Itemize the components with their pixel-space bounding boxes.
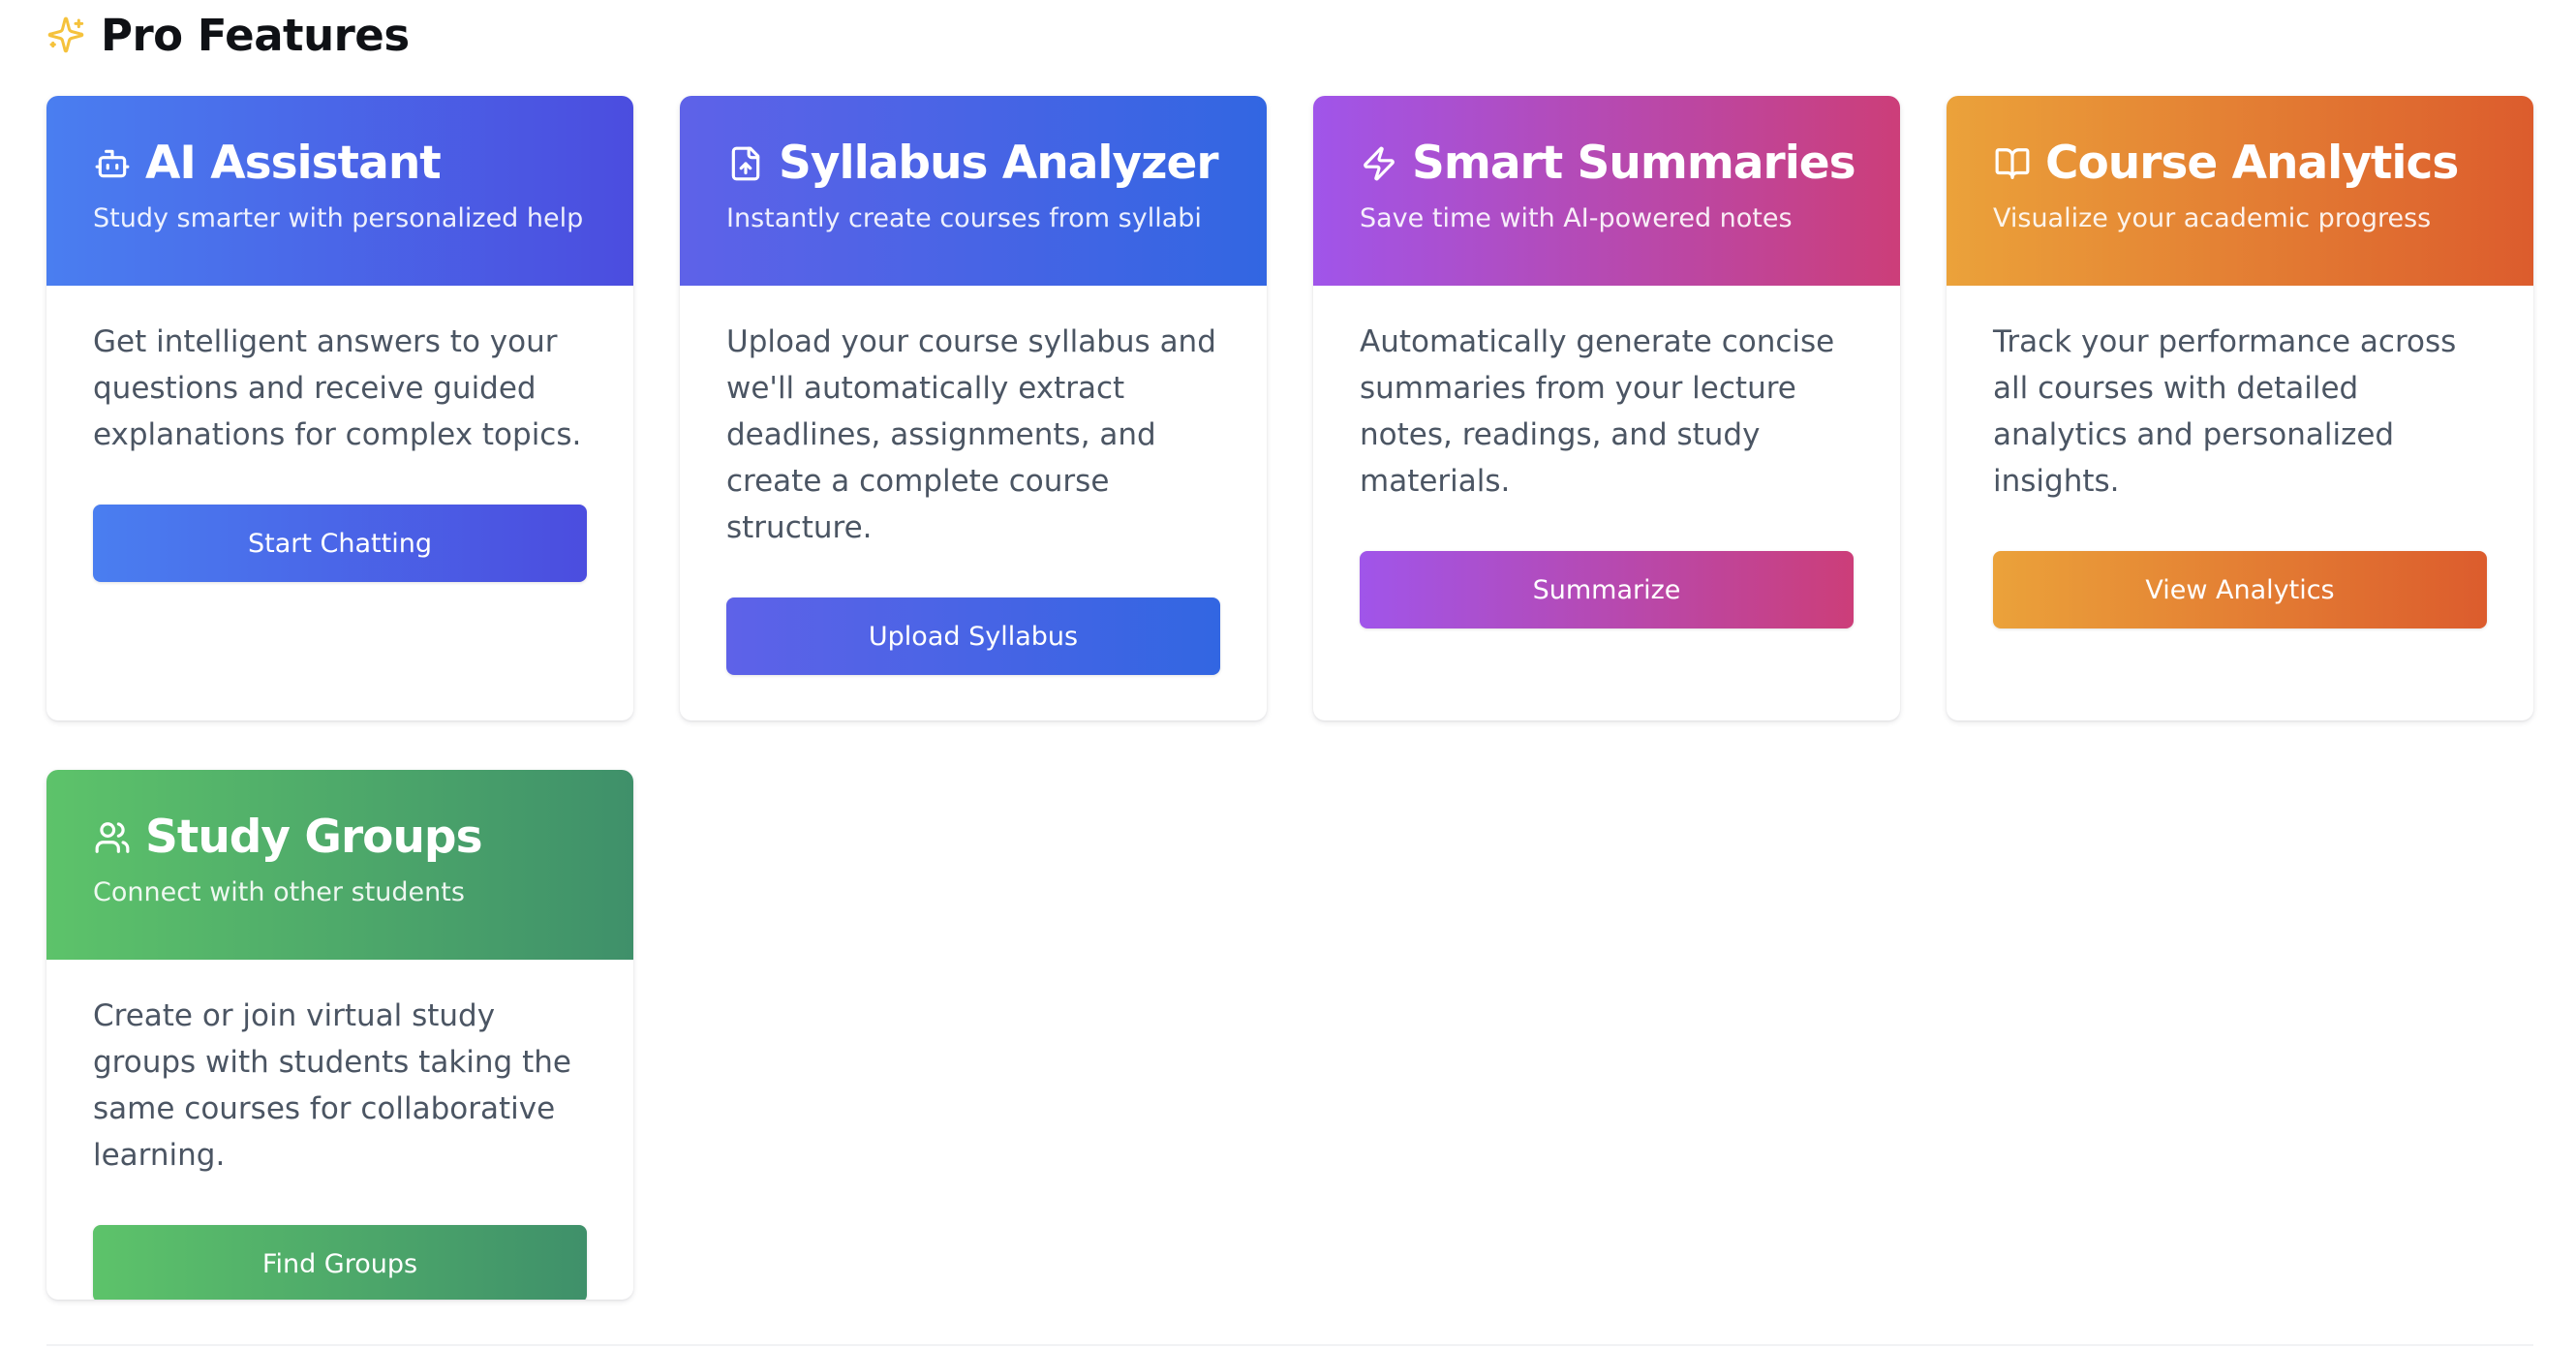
card-description: Create or join virtual study groups with…	[93, 998, 571, 1173]
card-subtitle: Connect with other students	[93, 877, 465, 907]
card-title: Smart Summaries	[1412, 137, 1856, 190]
section-divider	[46, 1344, 2533, 1346]
sparkle-icon	[46, 15, 85, 54]
file-upload-icon	[726, 144, 765, 183]
feature-card-smart-summaries: Smart Summaries Save time with AI-powere…	[1313, 96, 1900, 720]
card-description: Get intelligent answers to your question…	[93, 324, 582, 452]
card-subtitle: Instantly create courses from syllabi	[726, 203, 1202, 233]
card-subtitle: Save time with AI-powered notes	[1360, 203, 1793, 233]
feature-card-course-analytics: Course Analytics Visualize your academic…	[1947, 96, 2533, 720]
card-description: Upload your course syllabus and we'll au…	[726, 324, 1216, 545]
card-header: Smart Summaries Save time with AI-powere…	[1313, 96, 1900, 286]
card-title: Study Groups	[145, 811, 483, 864]
card-header: Course Analytics Visualize your academic…	[1947, 96, 2533, 286]
card-subtitle: Study smarter with personalized help	[93, 203, 584, 233]
pro-features-page: Pro Features AI Assistant Study smarter …	[0, 0, 2576, 1348]
card-header: Study Groups Connect with other students	[46, 770, 633, 960]
feature-card-ai-assistant: AI Assistant Study smarter with personal…	[46, 96, 633, 720]
card-subtitle: Visualize your academic progress	[1993, 203, 2432, 233]
feature-card-syllabus-analyzer: Syllabus Analyzer Instantly create cours…	[680, 96, 1267, 720]
lightning-icon	[1360, 144, 1398, 183]
section-header: Pro Features	[46, 6, 410, 64]
card-header: Syllabus Analyzer Instantly create cours…	[680, 96, 1267, 286]
feature-card-study-groups: Study Groups Connect with other students…	[46, 770, 633, 1300]
card-description: Track your performance across all course…	[1993, 324, 2457, 499]
find-groups-button[interactable]: Find Groups	[93, 1225, 587, 1300]
card-title: AI Assistant	[145, 137, 442, 190]
users-icon	[93, 818, 132, 857]
bot-icon	[93, 144, 132, 183]
card-title: Course Analytics	[2045, 137, 2459, 190]
card-description: Automatically generate concise summaries…	[1360, 324, 1835, 499]
open-book-icon	[1993, 144, 2032, 183]
start-chatting-button[interactable]: Start Chatting	[93, 505, 587, 582]
card-header: AI Assistant Study smarter with personal…	[46, 96, 633, 286]
summarize-button[interactable]: Summarize	[1360, 551, 1854, 628]
upload-syllabus-button[interactable]: Upload Syllabus	[726, 597, 1220, 675]
view-analytics-button[interactable]: View Analytics	[1993, 551, 2487, 628]
section-title: Pro Features	[101, 9, 410, 61]
card-title: Syllabus Analyzer	[779, 137, 1219, 190]
